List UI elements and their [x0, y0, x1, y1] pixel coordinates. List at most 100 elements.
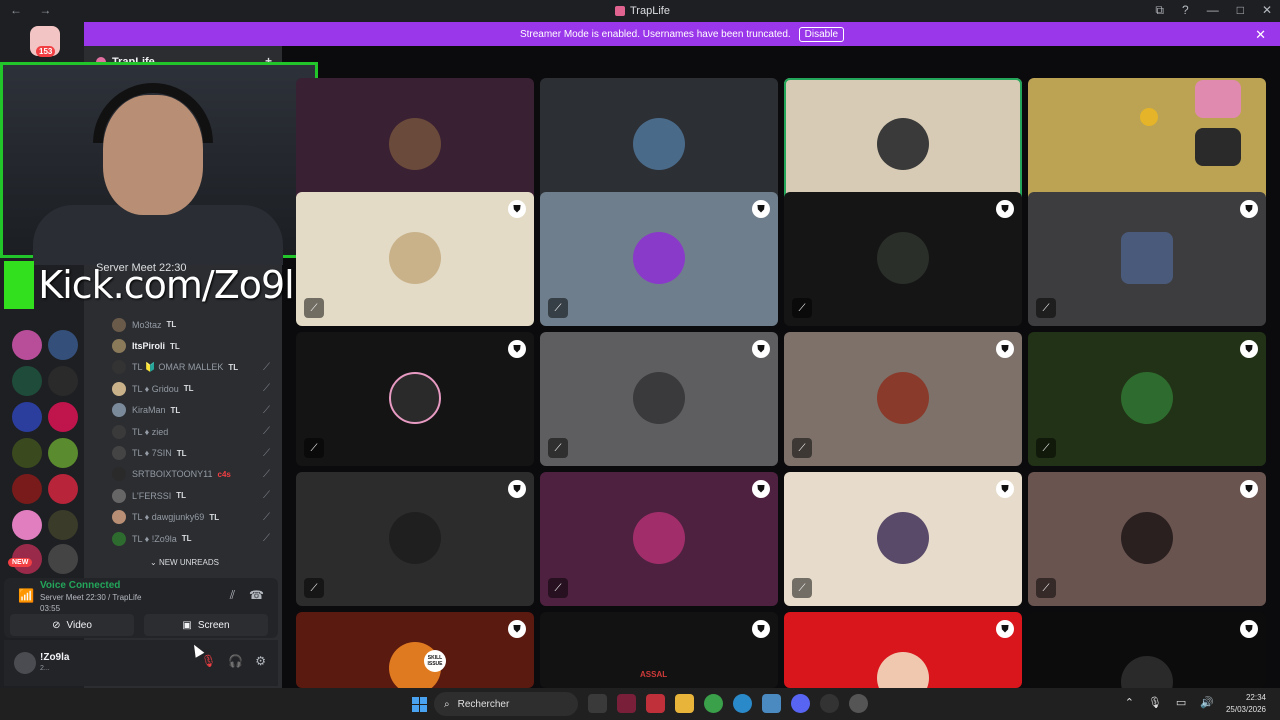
edge-icon[interactable]	[733, 694, 752, 713]
participant-tile[interactable]: ⛊ ⟋	[784, 332, 1022, 466]
banner-close-icon[interactable]: ✕	[1255, 27, 1266, 43]
member-tag: TL	[181, 534, 192, 544]
participant-tile[interactable]: ⛊ ASSAL	[540, 612, 778, 688]
voice-member[interactable]: TL ♦ zied ⟋	[112, 421, 282, 442]
pip-server-icon[interactable]	[1195, 80, 1241, 118]
participant-tile[interactable]: ⛊ ⟋	[296, 472, 534, 606]
member-name: TL ♦ Gridou	[132, 383, 179, 394]
microphone-icon[interactable]: 🎙	[1148, 696, 1162, 709]
windows-start-icon[interactable]	[412, 697, 427, 712]
participant-tile[interactable]: ⛊ ⟋	[296, 332, 534, 466]
participant-tile[interactable]: ⛊ ⟋	[784, 472, 1022, 606]
maximize-button[interactable]: □	[1237, 3, 1244, 18]
app-logo-icon	[615, 6, 625, 16]
server-icon[interactable]	[48, 474, 78, 504]
participant-tile[interactable]: ⛊ ⟋	[1028, 472, 1266, 606]
avatar	[1121, 372, 1173, 424]
participant-tile[interactable]: ⛊ ⟋	[784, 192, 1022, 326]
help-icon[interactable]: ?	[1182, 3, 1189, 18]
back-arrow-icon[interactable]: ←	[10, 3, 22, 17]
voice-status[interactable]: Voice Connected	[40, 580, 120, 591]
server-icon[interactable]	[48, 366, 78, 396]
avatar[interactable]	[14, 652, 36, 674]
voice-location[interactable]: Server Meet 22:30 / TrapLife	[40, 593, 141, 602]
participant-tile[interactable]: ⛊ ⟋	[1028, 332, 1266, 466]
app-icon[interactable]	[762, 694, 781, 713]
muted-mic-icon: ⟋	[263, 533, 270, 545]
taskbar-clock[interactable]: 22:34 25/03/2026	[1226, 692, 1266, 716]
participant-tile[interactable]: ⛊ ⟋	[1028, 192, 1266, 326]
member-tag: c4s	[217, 469, 231, 479]
server-icon[interactable]	[48, 402, 78, 432]
shield-icon: ⛊	[508, 340, 526, 358]
home-server-icon[interactable]: 153	[30, 26, 60, 57]
participant-tile[interactable]: ⛊	[784, 612, 1022, 688]
voice-member[interactable]: L'FERSSI TL ⟋	[112, 485, 282, 506]
signal-icon[interactable]: 📶	[18, 588, 34, 604]
voice-member[interactable]: SRTBOIXTOONY11 c4s ⟋	[112, 464, 282, 485]
voice-member[interactable]: Mo3taz TL	[112, 314, 282, 335]
app-icon[interactable]	[646, 694, 665, 713]
voice-member[interactable]: ItsPiroli TL	[112, 335, 282, 356]
avatar	[112, 488, 126, 503]
participant-tile[interactable]: ⛊ ⟋	[540, 192, 778, 326]
chevron-up-icon[interactable]: ⌃	[1125, 696, 1134, 709]
participant-tile[interactable]: ⛊	[1028, 612, 1266, 688]
shield-icon: ⛊	[508, 200, 526, 218]
inbox-icon[interactable]: ⧉	[1155, 3, 1164, 18]
participant-tile[interactable]: ⛊ SKILL ISSUE	[296, 612, 534, 688]
chrome-icon[interactable]	[704, 694, 723, 713]
unread-count-badge: 153	[36, 46, 56, 57]
video-button[interactable]: ⊘ Video	[10, 614, 134, 636]
avatar	[112, 446, 126, 461]
mic-off-icon: ⟋	[792, 438, 812, 458]
minimize-button[interactable]: —	[1207, 3, 1219, 18]
server-icon[interactable]	[12, 330, 42, 360]
file-explorer-icon[interactable]	[675, 694, 694, 713]
participant-tile[interactable]: ⛊ ⟋	[540, 332, 778, 466]
voice-member-list: Mo3taz TL ItsPiroli TL TL 🔰 OMAR MALLEK TL ⟋…	[112, 314, 282, 549]
volume-icon[interactable]: 🔊	[1200, 696, 1214, 709]
participant-tile[interactable]: ⛊ ⟋	[296, 192, 534, 326]
voice-member[interactable]: TL ♦ 7SIN TL ⟋	[112, 442, 282, 463]
pip-server-icon[interactable]	[1195, 128, 1241, 166]
disable-button[interactable]: Disable	[798, 26, 845, 42]
gear-icon[interactable]: ⚙	[255, 654, 266, 668]
network-icon[interactable]: ▭	[1176, 696, 1186, 709]
voice-member[interactable]: TL 🔰 OMAR MALLEK TL ⟋	[112, 357, 282, 378]
member-name: TL ♦ !Zo9la	[132, 533, 177, 544]
disconnect-icon[interactable]: ☎	[249, 588, 264, 603]
voice-member[interactable]: KiraMan TL ⟋	[112, 400, 282, 421]
server-icon[interactable]	[48, 438, 78, 468]
participant-tile[interactable]: ⛊ ⟋	[540, 472, 778, 606]
mic-off-icon: ⟋	[548, 438, 568, 458]
new-unreads-pill[interactable]: ⌄ NEW UNREADS	[142, 556, 227, 569]
settings-icon[interactable]	[849, 694, 868, 713]
discord-icon[interactable]	[791, 694, 810, 713]
member-name: TL ♦ dawgjunky69	[132, 512, 205, 523]
server-icon[interactable]	[12, 366, 42, 396]
voice-member[interactable]: TL ♦ !Zo9la TL ⟋	[112, 528, 282, 549]
taskview-icon[interactable]	[588, 694, 607, 713]
server-icon[interactable]	[12, 474, 42, 504]
search-icon: ⌕	[444, 698, 450, 710]
close-window-button[interactable]: ✕	[1262, 3, 1272, 18]
taskbar-search[interactable]: ⌕ Rechercher	[434, 692, 578, 716]
forward-arrow-icon[interactable]: →	[39, 3, 51, 17]
voice-member[interactable]: TL ♦ dawgjunky69 TL ⟋	[112, 507, 282, 528]
server-icon[interactable]	[12, 510, 42, 540]
obs-icon[interactable]	[820, 694, 839, 713]
server-icon[interactable]	[48, 510, 78, 540]
server-icon[interactable]	[48, 330, 78, 360]
mic-off-icon: ⟋	[548, 578, 568, 598]
app-icon[interactable]	[617, 694, 636, 713]
server-icon[interactable]	[48, 544, 78, 574]
server-icon[interactable]	[12, 438, 42, 468]
server-icon[interactable]	[12, 402, 42, 432]
screen-share-button[interactable]: ▣ Screen	[144, 614, 268, 636]
headphones-icon[interactable]: 🎧	[228, 654, 243, 668]
mic-muted-icon[interactable]: 🎙	[201, 654, 216, 668]
noise-suppression-icon[interactable]: ⫽	[230, 588, 235, 603]
username[interactable]: !Zo9la	[40, 652, 69, 663]
voice-member[interactable]: TL ♦ Gridou TL ⟋	[112, 378, 282, 399]
